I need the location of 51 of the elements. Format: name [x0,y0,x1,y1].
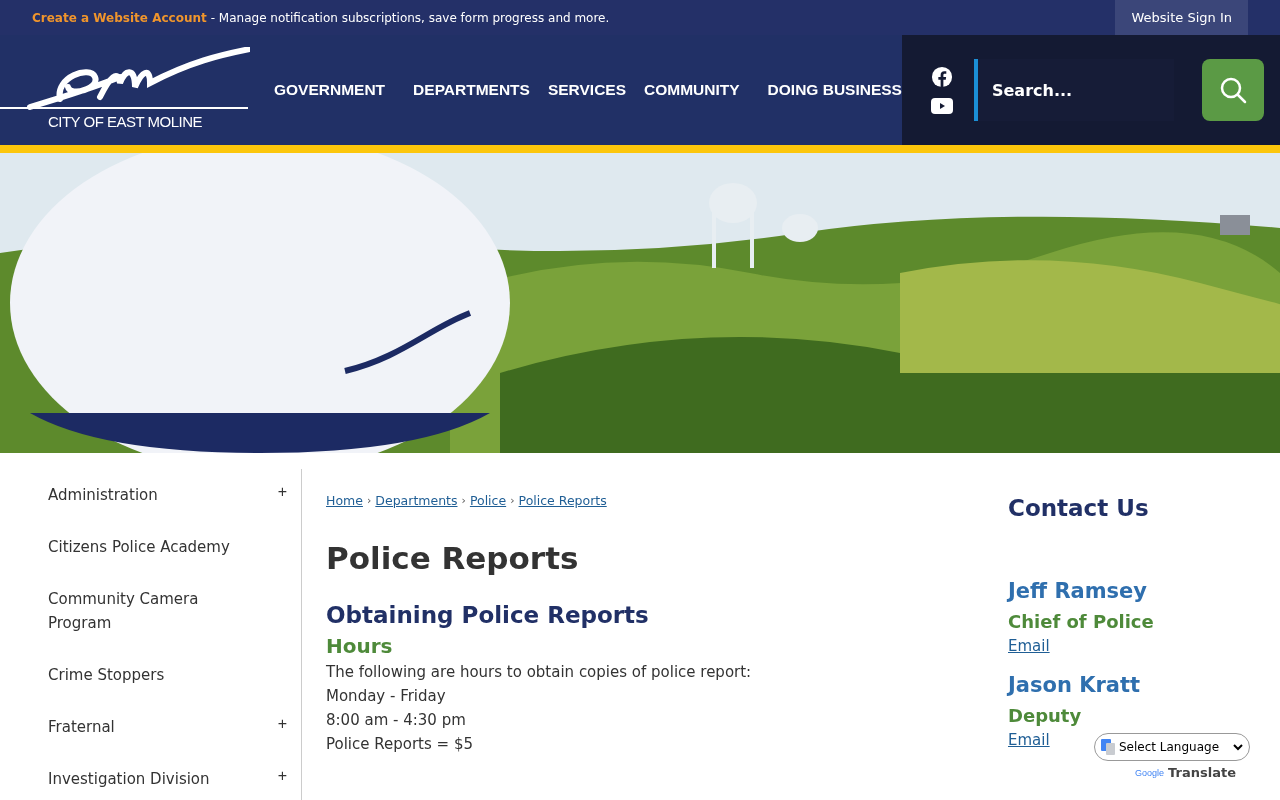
search-field[interactable]: Search... [973,59,1174,121]
sidebar-item[interactable]: Crime Stoppers [48,663,238,687]
translate-icon [1101,739,1115,755]
expand-toggle[interactable]: + [277,483,287,501]
sidebar-item[interactable]: Citizens Police Academy [48,535,238,559]
body-text: Police Reports = $5 [326,734,474,755]
body-text: Monday - Friday [326,686,447,707]
nav-link[interactable]: GOVERNMENT [274,81,386,99]
contact-name: Jeff Ramsey [1008,579,1149,603]
sidebar-item[interactable]: Administration [48,483,238,507]
translate-label: Translate [1168,765,1236,780]
breadcrumb-link[interactable]: Home [326,493,363,508]
email-link[interactable]: Email [1008,731,1050,749]
sidebar-item[interactable]: Investigation Division [48,767,238,791]
nav-link[interactable]: SERVICES [547,81,627,99]
email-link[interactable]: Email [1008,637,1050,655]
breadcrumb-link[interactable]: Police [469,493,507,508]
breadcrumb-separator: › [510,494,515,507]
body-text: The following are hours to obtain copies of police report: [326,662,753,683]
chevron-down-icon [1233,743,1243,751]
language-select[interactable]: Select Language [1094,733,1250,761]
search-icon [1218,75,1248,105]
youtube-icon[interactable] [930,98,953,114]
section-subheading: Hours [326,634,394,658]
notice-text: - Manage notification subscriptions, save form progress and more. [210,10,610,25]
expand-toggle[interactable]: + [277,767,287,785]
breadcrumb-separator: › [366,494,372,507]
breadcrumb-link[interactable]: Departments [375,493,458,508]
nav-link[interactable]: COMMUNITY [644,81,740,99]
expand-toggle[interactable]: + [277,715,287,733]
logo-swoosh-icon [0,46,250,111]
google-logo-text: Google [1135,767,1165,778]
page-title: Police Reports [326,540,580,576]
logo-text: CITY OF EAST MOLINE [47,112,203,130]
create-account-link[interactable]: Create a Website Account [32,10,207,25]
contact-name: Jason Kratt [1008,673,1142,697]
contact-role: Deputy [1008,705,1083,726]
breadcrumb-link[interactable]: Police Reports [518,493,607,508]
breadcrumb-separator: › [461,494,466,507]
sign-in-button[interactable]: Website Sign In [1115,0,1248,35]
nav-link[interactable]: DEPARTMENTS [413,81,530,99]
contact-heading: Contact Us [1008,495,1150,521]
facebook-icon[interactable] [930,66,953,88]
nav-link[interactable]: DOING BUSINESS [767,81,902,99]
body-text: 8:00 am - 4:30 pm [326,710,467,731]
sidebar-item[interactable]: Community Camera Program [48,587,238,635]
contact-role: Chief of Police [1008,611,1155,632]
search-button[interactable] [1202,59,1264,121]
sidebar-item[interactable]: Fraternal [48,715,238,739]
section-heading: Obtaining Police Reports [326,602,650,628]
logo[interactable]: CITY OF EAST MOLINE [0,46,250,134]
